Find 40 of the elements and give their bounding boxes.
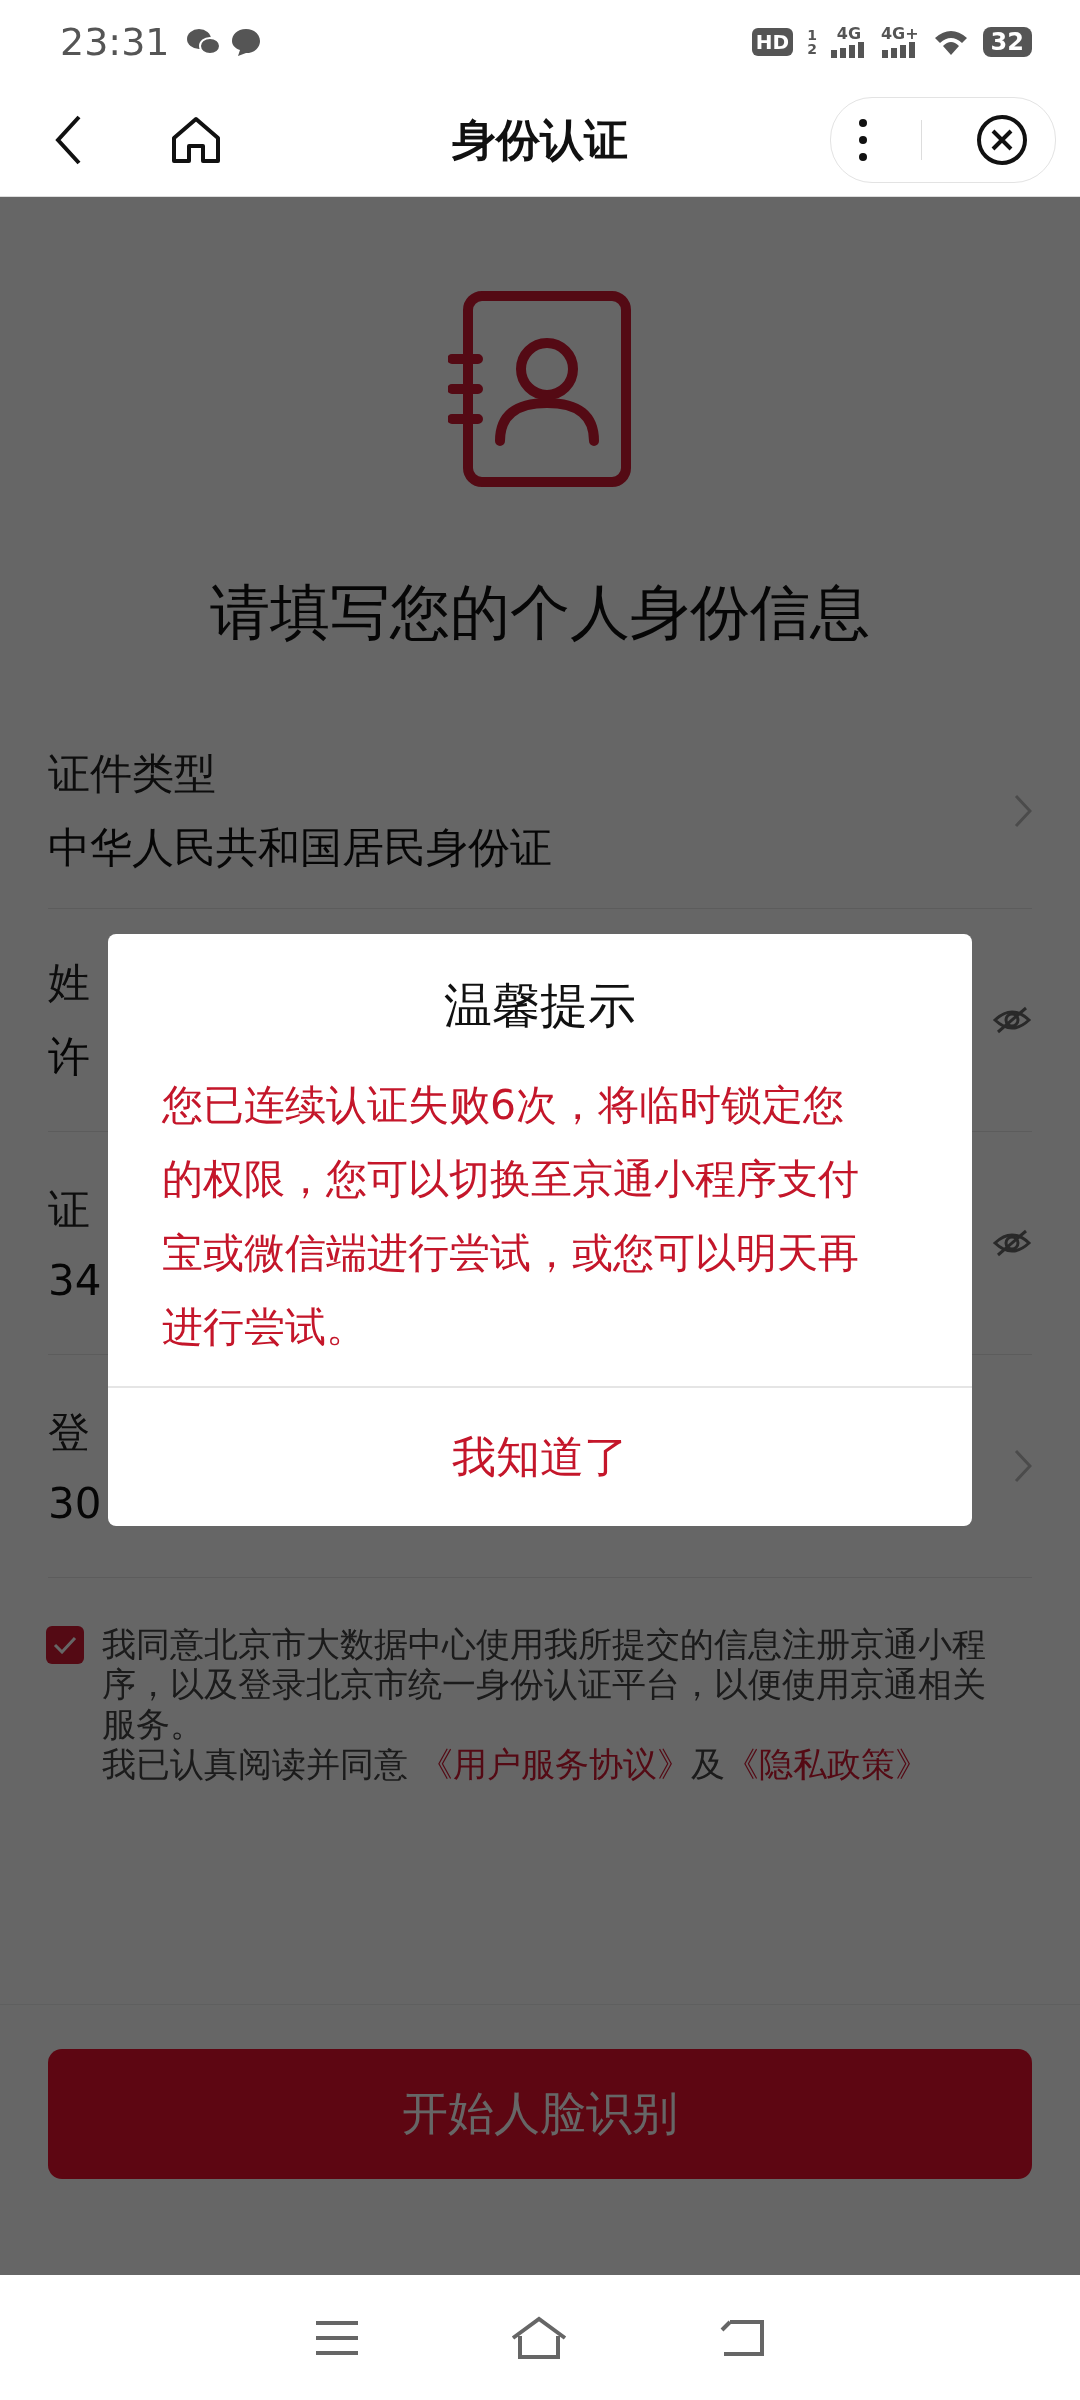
field-value[interactable]: 30 [48, 1478, 102, 1528]
sim-label: 1 [807, 28, 817, 42]
dialog-message: 您已连续认证失败6次，将临时锁定您的权限，您可以切换至京通小程序支付宝或微信端进行尝试，或您可以明天再进行尝试。 [161, 1080, 860, 1353]
start-face-recognition-button[interactable]: 开始人脸识别 [48, 2049, 1032, 2179]
eye-slash-icon[interactable] [992, 1227, 1032, 1259]
signal-icon [830, 42, 867, 58]
message-icon [229, 27, 262, 57]
field-label: 证件类型 [48, 748, 216, 800]
close-icon[interactable] [976, 114, 1029, 166]
dialog-title: 温馨提示 [444, 976, 636, 1035]
acknowledge-button[interactable]: 我知道了 [108, 1386, 972, 1526]
menu-icon[interactable] [314, 2319, 360, 2356]
chevron-right-icon [1014, 1449, 1032, 1483]
back-icon[interactable] [54, 114, 82, 166]
network-label: 4G [836, 26, 862, 42]
service-agreement-link[interactable]: 《用户服务协议》 [418, 1744, 691, 1784]
more-icon[interactable] [857, 118, 868, 162]
signal-icon [881, 42, 918, 58]
agreement-text: 我同意北京市大数据中心使用我所提交的信息注册京通小程序，以及登录北京市统一身份认证平台，以便使用京通相关服务。 [102, 1624, 987, 1744]
field-label: 登 [48, 1406, 90, 1459]
privacy-policy-link[interactable]: 《隐私政策》 [724, 1744, 929, 1784]
form-heading: 请填写您的个人身份信息 [210, 576, 870, 649]
hd-badge: HD [751, 28, 794, 56]
field-value[interactable]: 34 [48, 1255, 102, 1305]
field-label: 证 [48, 1183, 90, 1236]
field-label: 姓 [48, 957, 90, 1009]
field-value[interactable]: 许 [48, 1029, 90, 1085]
agreement-links-text: 我已认真阅读并同意 《用户服务协议》及《隐私政策》 [102, 1744, 930, 1784]
id-card-icon [448, 291, 632, 487]
eye-slash-icon[interactable] [992, 1004, 1032, 1036]
agree-checkbox[interactable] [46, 1626, 84, 1664]
battery-indicator: 32 [982, 27, 1032, 57]
status-time: 23:31 [60, 20, 170, 64]
sim-label: 2 [807, 42, 817, 56]
field-value[interactable]: 中华人民共和国居民身份证 [48, 820, 552, 876]
home-icon[interactable] [170, 116, 222, 164]
checkmark-icon [53, 1636, 77, 1654]
network-label: 4G+ [880, 26, 919, 42]
chevron-right-icon [1014, 794, 1032, 828]
page-title: 身份认证 [452, 113, 628, 165]
